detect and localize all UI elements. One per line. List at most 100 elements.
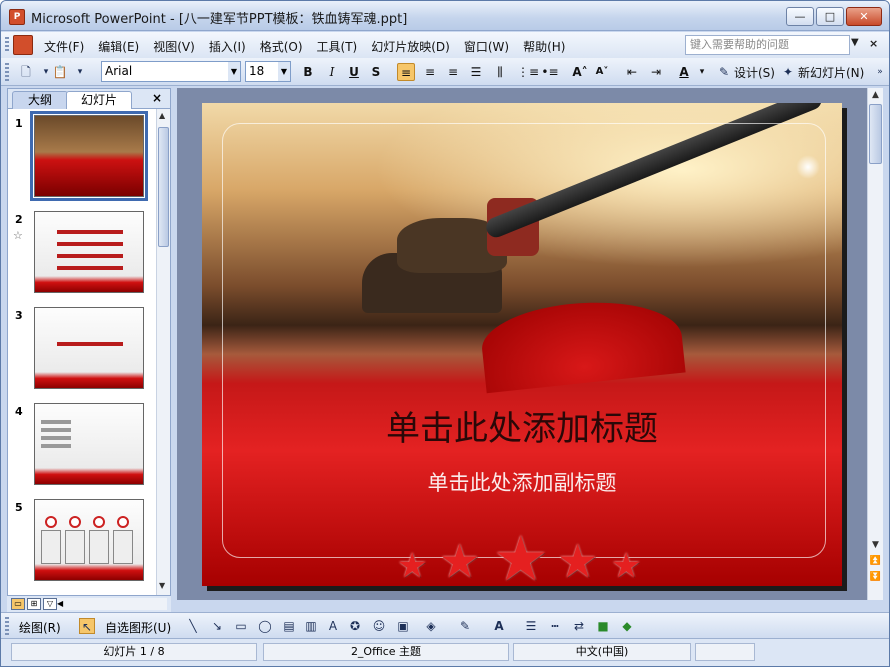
line-icon[interactable]: ╲	[185, 618, 201, 634]
slide-number: 1	[15, 117, 23, 130]
slide-thumbnail-2[interactable]	[34, 211, 144, 293]
thumb-box	[41, 530, 61, 564]
font-color-icon[interactable]: A	[675, 63, 693, 81]
close-window-button[interactable]: ✕	[846, 7, 882, 26]
font-name-select[interactable]: Arial ▼	[101, 61, 241, 82]
design-icon[interactable]: ✎	[715, 63, 733, 81]
font-color-dropdown-icon[interactable]: ▾	[693, 63, 711, 81]
toolbar-overflow-icon[interactable]: »	[871, 63, 889, 81]
increase-indent-icon[interactable]: ⇥	[647, 63, 665, 81]
decrease-indent-icon[interactable]: ⇤	[623, 63, 641, 81]
close-document-icon[interactable]: ×	[869, 37, 878, 50]
slide-scrollbar[interactable]: ▲ ▼ ⏫ ⏬	[867, 88, 883, 600]
slide-thumbnail-3[interactable]	[34, 307, 144, 389]
line-color-icon[interactable]: ✎	[457, 618, 473, 634]
new-slide-icon[interactable]: ✦	[779, 63, 797, 81]
menu-insert[interactable]: 插入(I)	[202, 36, 253, 57]
justify-icon[interactable]: ☰	[467, 63, 485, 81]
tab-outline[interactable]: 大纲	[12, 91, 68, 109]
wordart-icon[interactable]: A	[325, 618, 341, 634]
slide-subtitle-placeholder[interactable]: 单击此处添加副标题	[202, 467, 842, 497]
toolbar-grip-icon[interactable]	[5, 37, 9, 53]
draw-menu-button[interactable]: 绘图(R)	[19, 619, 61, 636]
toolbar-grip-icon[interactable]	[5, 617, 9, 635]
chevron-down-icon[interactable]: ▼	[228, 62, 240, 81]
slide-sorter-view-icon[interactable]: ⊞	[27, 598, 41, 610]
powerpoint-app-icon[interactable]: P	[9, 9, 25, 25]
previous-slide-icon[interactable]: ⏫	[869, 556, 882, 570]
clip-art-icon[interactable]: ☺	[371, 618, 387, 634]
shadow-style-icon[interactable]: ■	[595, 618, 611, 634]
scroll-down-icon[interactable]: ▼	[159, 581, 165, 590]
thumbnails-scrollbar[interactable]: ▲ ▼	[156, 109, 170, 595]
menu-edit[interactable]: 编辑(E)	[91, 36, 146, 57]
slide-title-placeholder[interactable]: 单击此处添加标题	[202, 401, 842, 450]
new-slide-button[interactable]: 新幻灯片(N)	[798, 64, 864, 81]
align-right-icon[interactable]: ≡	[444, 63, 462, 81]
line-style-icon[interactable]: ☰	[523, 618, 539, 634]
dash-style-icon[interactable]: ┅	[547, 618, 563, 634]
scroll-up-icon[interactable]: ▲	[159, 111, 165, 120]
rectangle-icon[interactable]: ▭	[233, 618, 249, 634]
font-size-select[interactable]: 18 ▼	[245, 61, 291, 82]
select-objects-icon[interactable]: ↖	[79, 618, 95, 634]
menu-tools[interactable]: 工具(T)	[310, 36, 365, 57]
toolbar-grip-icon[interactable]	[5, 63, 9, 81]
menu-help[interactable]: 帮助(H)	[516, 36, 572, 57]
bold-button[interactable]: B	[299, 63, 317, 81]
slide-thumbnail-4[interactable]	[34, 403, 144, 485]
3d-style-icon[interactable]: ◆	[619, 618, 635, 634]
shadow-button[interactable]: S	[367, 63, 385, 81]
normal-view-icon[interactable]: ▭	[11, 598, 25, 610]
text-box-icon[interactable]: ▤	[281, 618, 297, 634]
help-search-input[interactable]: 键入需要帮助的问题	[685, 35, 850, 55]
menu-slideshow[interactable]: 幻灯片放映(D)	[364, 36, 457, 57]
diagram-icon[interactable]: ✪	[347, 618, 363, 634]
scrollbar-thumb[interactable]	[869, 104, 882, 164]
increase-font-size-icon[interactable]: A˄	[571, 63, 589, 81]
help-dropdown-icon[interactable]: ▼	[851, 37, 859, 48]
slide-thumbnail-5[interactable]	[34, 499, 144, 581]
align-left-icon[interactable]: ≡	[397, 63, 415, 81]
arrow-icon[interactable]: ↘	[209, 618, 225, 634]
fill-color-icon[interactable]: ◈	[423, 618, 439, 634]
align-center-icon[interactable]: ≡	[421, 63, 439, 81]
new-document-icon[interactable]: 🗋	[17, 63, 35, 81]
decrease-font-size-icon[interactable]: A˅	[593, 63, 611, 81]
autoshapes-button[interactable]: 自选图形(U)	[105, 619, 171, 636]
numbering-icon[interactable]: ⋮≡	[517, 63, 539, 81]
chevron-down-icon[interactable]: ▼	[278, 62, 290, 81]
italic-button[interactable]: I	[323, 63, 341, 81]
scrollbar-thumb[interactable]	[158, 127, 169, 247]
maximize-button[interactable]: □	[816, 7, 844, 26]
thumb-bar	[41, 436, 71, 440]
underline-button[interactable]: U	[345, 63, 363, 81]
scroll-left-icon[interactable]: ◀	[57, 599, 63, 608]
close-panel-icon[interactable]: ×	[152, 91, 162, 105]
slide-canvas[interactable]: 单击此处添加标题 单击此处添加副标题 ★ ★ ★ ★ ★	[202, 103, 842, 586]
minimize-button[interactable]: —	[786, 7, 814, 26]
picture-icon[interactable]: ▣	[395, 618, 411, 634]
tab-slides[interactable]: 幻灯片	[66, 91, 132, 109]
toolbar-options-icon[interactable]: ▾	[71, 63, 89, 81]
menu-view[interactable]: 视图(V)	[146, 36, 202, 57]
panel-horizontal-scrollbar[interactable]: ◀	[57, 598, 167, 610]
text-columns-icon[interactable]: ⫼	[491, 63, 509, 81]
slideshow-view-icon[interactable]: ▽	[43, 598, 57, 610]
arrow-style-icon[interactable]: ⇄	[571, 618, 587, 634]
bullets-icon[interactable]: •≡	[541, 63, 559, 81]
scroll-up-icon[interactable]: ▲	[869, 90, 882, 104]
star-icon: ★	[493, 522, 549, 586]
slide-thumbnail-1[interactable]	[30, 111, 148, 201]
oval-icon[interactable]: ◯	[257, 618, 273, 634]
document-menu-icon[interactable]	[13, 35, 33, 55]
menu-window[interactable]: 窗口(W)	[457, 36, 516, 57]
menu-format[interactable]: 格式(O)	[253, 36, 310, 57]
vertical-text-box-icon[interactable]: ▥	[303, 618, 319, 634]
scroll-down-icon[interactable]: ▼	[869, 540, 882, 554]
font-color-icon[interactable]: A	[491, 618, 507, 634]
menu-file[interactable]: 文件(F)	[37, 36, 91, 57]
next-slide-icon[interactable]: ⏬	[869, 572, 882, 586]
paste-icon[interactable]: 📋	[51, 63, 69, 81]
design-button[interactable]: 设计(S)	[734, 64, 775, 81]
